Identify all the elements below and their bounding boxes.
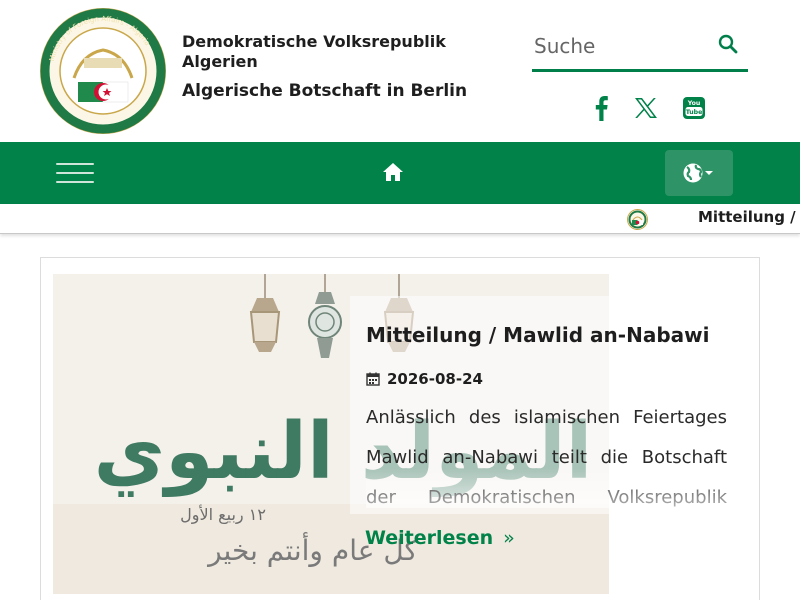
- x-twitter-icon[interactable]: [630, 92, 662, 124]
- search-icon[interactable]: [716, 32, 740, 56]
- ticker-headline[interactable]: Mitteilung / Mawlid an-Nabawi: [698, 208, 800, 226]
- main-navbar: [0, 142, 800, 204]
- read-more-label: Weiterlesen: [365, 527, 494, 549]
- calendar-icon: [366, 372, 380, 386]
- article-title[interactable]: Mitteilung / Mawlid an-Nabawi: [366, 323, 709, 347]
- hamburger-menu-icon[interactable]: [56, 158, 94, 188]
- site-titles: Demokratische Volksrepublik Algerien Alg…: [182, 32, 502, 102]
- article-excerpt: Anlässlich des islamischen Feiertages Ma…: [366, 398, 727, 508]
- country-name: Demokratische Volksrepublik Algerien: [182, 32, 446, 71]
- chevron-right-icon: »: [503, 527, 515, 549]
- home-icon[interactable]: [382, 161, 404, 183]
- search-input[interactable]: [532, 28, 702, 64]
- svg-text:Tube: Tube: [686, 109, 703, 116]
- facebook-icon[interactable]: [588, 92, 614, 124]
- search-box: [532, 22, 748, 72]
- article-date-text: 2026-08-24: [387, 370, 483, 388]
- youtube-icon[interactable]: You Tube: [680, 92, 708, 124]
- svg-text:١٢ ربيع الأول: ١٢ ربيع الأول: [180, 504, 266, 525]
- site-header: Ministry of Foreign Affairs - Algeria De…: [0, 0, 800, 142]
- ministry-logo[interactable]: Ministry of Foreign Affairs - Algeria: [40, 8, 166, 134]
- svg-text:You: You: [687, 100, 701, 107]
- read-more-link[interactable]: Weiterlesen »: [365, 527, 515, 549]
- news-ticker: Mitteilung / Mawlid an-Nabawi: [0, 204, 800, 234]
- globe-language-icon: [683, 163, 713, 183]
- ministry-logo-small: [627, 209, 648, 230]
- article-date: 2026-08-24: [366, 369, 483, 389]
- embassy-name: Algerische Botschaft in Berlin: [182, 81, 468, 101]
- language-switch-button[interactable]: [665, 150, 733, 196]
